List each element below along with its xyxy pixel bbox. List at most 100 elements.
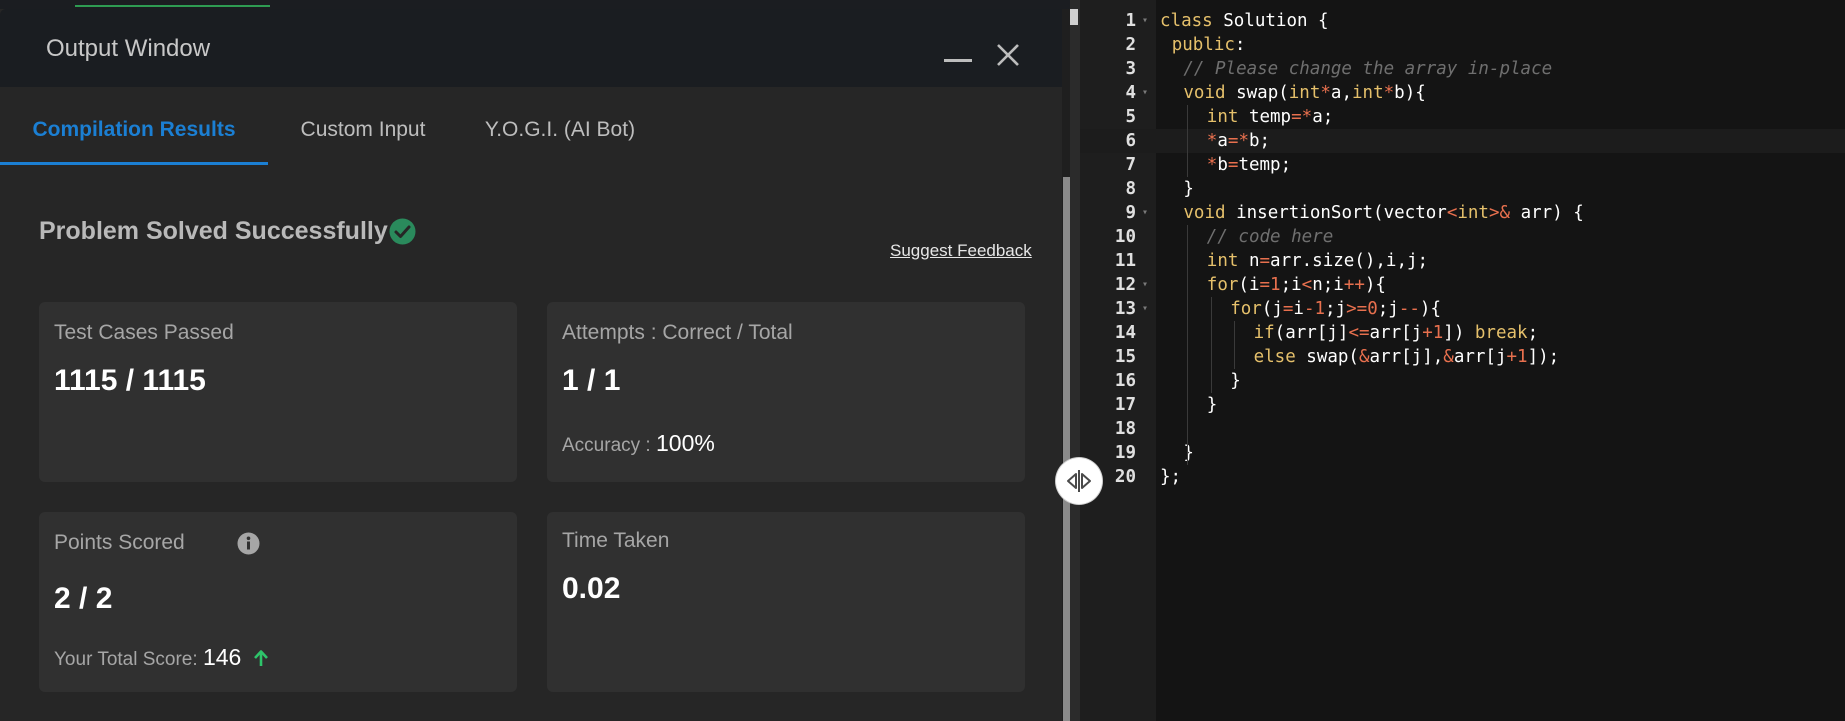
code-text: public: [1171,35,1246,55]
line-number: 7 [1125,155,1136,175]
line-number: 13 [1114,299,1136,319]
code-line[interactable]: 16} [1080,369,1845,393]
code-text: class Solution { [1160,11,1329,31]
line-number: 18 [1114,419,1136,439]
output-window: Output Window Compilation Results Custom… [0,9,1070,721]
code-line[interactable]: 7 *b=temp; [1080,153,1845,177]
fold-arrow-icon[interactable]: ▾ [1142,81,1148,105]
scrollbar-top-cap [1070,9,1078,25]
line-number: 11 [1114,251,1136,271]
indent-guide [1187,105,1189,177]
line-number: 4 [1125,83,1136,103]
code-text: // Please change the array in-place [1183,59,1553,79]
code-line[interactable]: 3 // Please change the array in-place [1080,57,1845,81]
code-line[interactable]: 13 ▾ for(j=i-1;j>=0;j--){ [1080,297,1845,321]
scrollbar-thumb[interactable] [1063,177,1070,721]
code-line[interactable]: 8} [1080,177,1845,201]
line-number: 15 [1114,347,1136,367]
test-cases-value: 1115 / 1115 [54,364,206,397]
fold-arrow-icon[interactable]: ▾ [1142,273,1148,297]
code-text: *a=*b; [1206,131,1271,151]
line-number: 12 [1114,275,1136,295]
time-taken-card: Time Taken 0.02 [547,512,1025,692]
code-text: } [1183,443,1194,463]
tab-compilation-results[interactable]: Compilation Results [0,87,268,165]
close-icon[interactable] [994,41,1022,69]
code-editor[interactable]: 1 ▾ class Solution { 2 public: 3 // Please cha… [1080,0,1845,721]
split-divider[interactable] [1070,0,1080,721]
line-number: 14 [1114,323,1136,343]
code-text: } [1183,179,1194,199]
indent-guide [1234,321,1236,369]
code-line[interactable]: 6 *a=*b; [1080,129,1845,153]
accuracy-label: Accuracy : [562,435,651,456]
minimize-icon[interactable] [944,59,972,62]
code-line[interactable]: 1 ▾ class Solution { [1080,9,1845,33]
code-text: for(j=i-1;j>=0;j--){ [1230,299,1441,319]
tab-bar: Compilation Results Custom Input Y.O.G.I… [0,87,1070,165]
line-number: 8 [1125,179,1136,199]
code-line[interactable]: 10 // code here [1080,225,1845,249]
code-text: }; [1160,467,1182,487]
total-score-label: Your Total Score: [54,649,198,670]
attempts-value: 1 / 1 [562,364,621,397]
resize-handle-icon[interactable] [1056,458,1102,504]
total-score-value: 146 [202,644,242,670]
output-window-header: Output Window [0,9,1070,87]
output-window-title: Output Window [46,35,211,62]
code-line[interactable]: 12 ▾ for(i=1;i<n;i++){ [1080,273,1845,297]
suggest-feedback-link[interactable]: Suggest Feedback [890,241,1032,261]
info-icon[interactable] [237,532,260,555]
code-text: } [1206,395,1218,415]
code-text: void swap(int*a,int*b){ [1183,83,1426,103]
code-text: int temp=*a; [1206,107,1334,127]
tab-custom-input[interactable]: Custom Input [278,87,448,165]
top-strip [0,0,1070,9]
line-number: 6 [1125,131,1136,151]
line-number: 1 [1125,11,1136,31]
top-accent-bar [75,5,270,7]
test-cases-card: Test Cases Passed 1115 / 1115 [39,302,517,482]
code-text: int n=arr.size(),i,j; [1206,251,1429,271]
points-card: Points Scored 2 / 2 Your Total Score: 14… [39,512,517,692]
fold-arrow-icon[interactable]: ▾ [1142,9,1148,33]
line-number: 5 [1125,107,1136,127]
attempts-card: Attempts : Correct / Total 1 / 1 Accurac… [547,302,1025,482]
code-text: if(arr[j]<=arr[j+1]) break; [1253,323,1539,343]
code-line[interactable]: 19} [1080,441,1845,465]
code-line[interactable]: 18 [1080,417,1845,441]
code-line[interactable]: 4 ▾ void swap(int*a,int*b){ [1080,81,1845,105]
line-number: 16 [1114,371,1136,391]
fold-arrow-icon[interactable]: ▾ [1142,297,1148,321]
line-number: 3 [1125,59,1136,79]
code-line[interactable]: 5 int temp=*a; [1080,105,1845,129]
time-taken-value: 0.02 [562,572,621,605]
check-circle-icon [389,218,416,245]
code-text: for(i=1;i<n;i++){ [1206,275,1386,295]
line-number: 10 [1114,227,1136,247]
code-text: void insertionSort(vector<int>& arr) { [1183,203,1584,223]
line-number: 17 [1114,395,1136,415]
card-label: Time Taken [562,529,670,552]
code-line[interactable]: 20}; [1080,465,1845,489]
code-line[interactable]: 17} [1080,393,1845,417]
accuracy-value: 100% [655,430,715,456]
indent-guide [1187,225,1189,465]
card-label: Points Scored [54,531,185,554]
arrow-up-icon [253,650,268,666]
line-number: 2 [1125,35,1136,55]
code-line[interactable]: 9 ▾ void insertionSort(vector<int>& arr) { [1080,201,1845,225]
code-line[interactable]: 2 public: [1080,33,1845,57]
code-line[interactable]: 15 else swap(&arr[j],&arr[j+1]); [1080,345,1845,369]
card-label: Attempts : Correct / Total [562,321,793,344]
code-line[interactable]: 14 if(arr[j]<=arr[j+1]) break; [1080,321,1845,345]
code-line[interactable]: 11 int n=arr.size(),i,j; [1080,249,1845,273]
status-title: Problem Solved Successfully [39,217,388,245]
indent-guide [1210,297,1212,393]
code-text: *b=temp; [1206,155,1292,175]
code-text: else swap(&arr[j],&arr[j+1]); [1253,347,1560,367]
tab-yogi-ai-bot[interactable]: Y.O.G.I. (AI Bot) [470,87,650,165]
accuracy-row: Accuracy : 100% [562,430,715,457]
fold-arrow-icon[interactable]: ▾ [1142,201,1148,225]
card-label: Test Cases Passed [54,321,234,344]
